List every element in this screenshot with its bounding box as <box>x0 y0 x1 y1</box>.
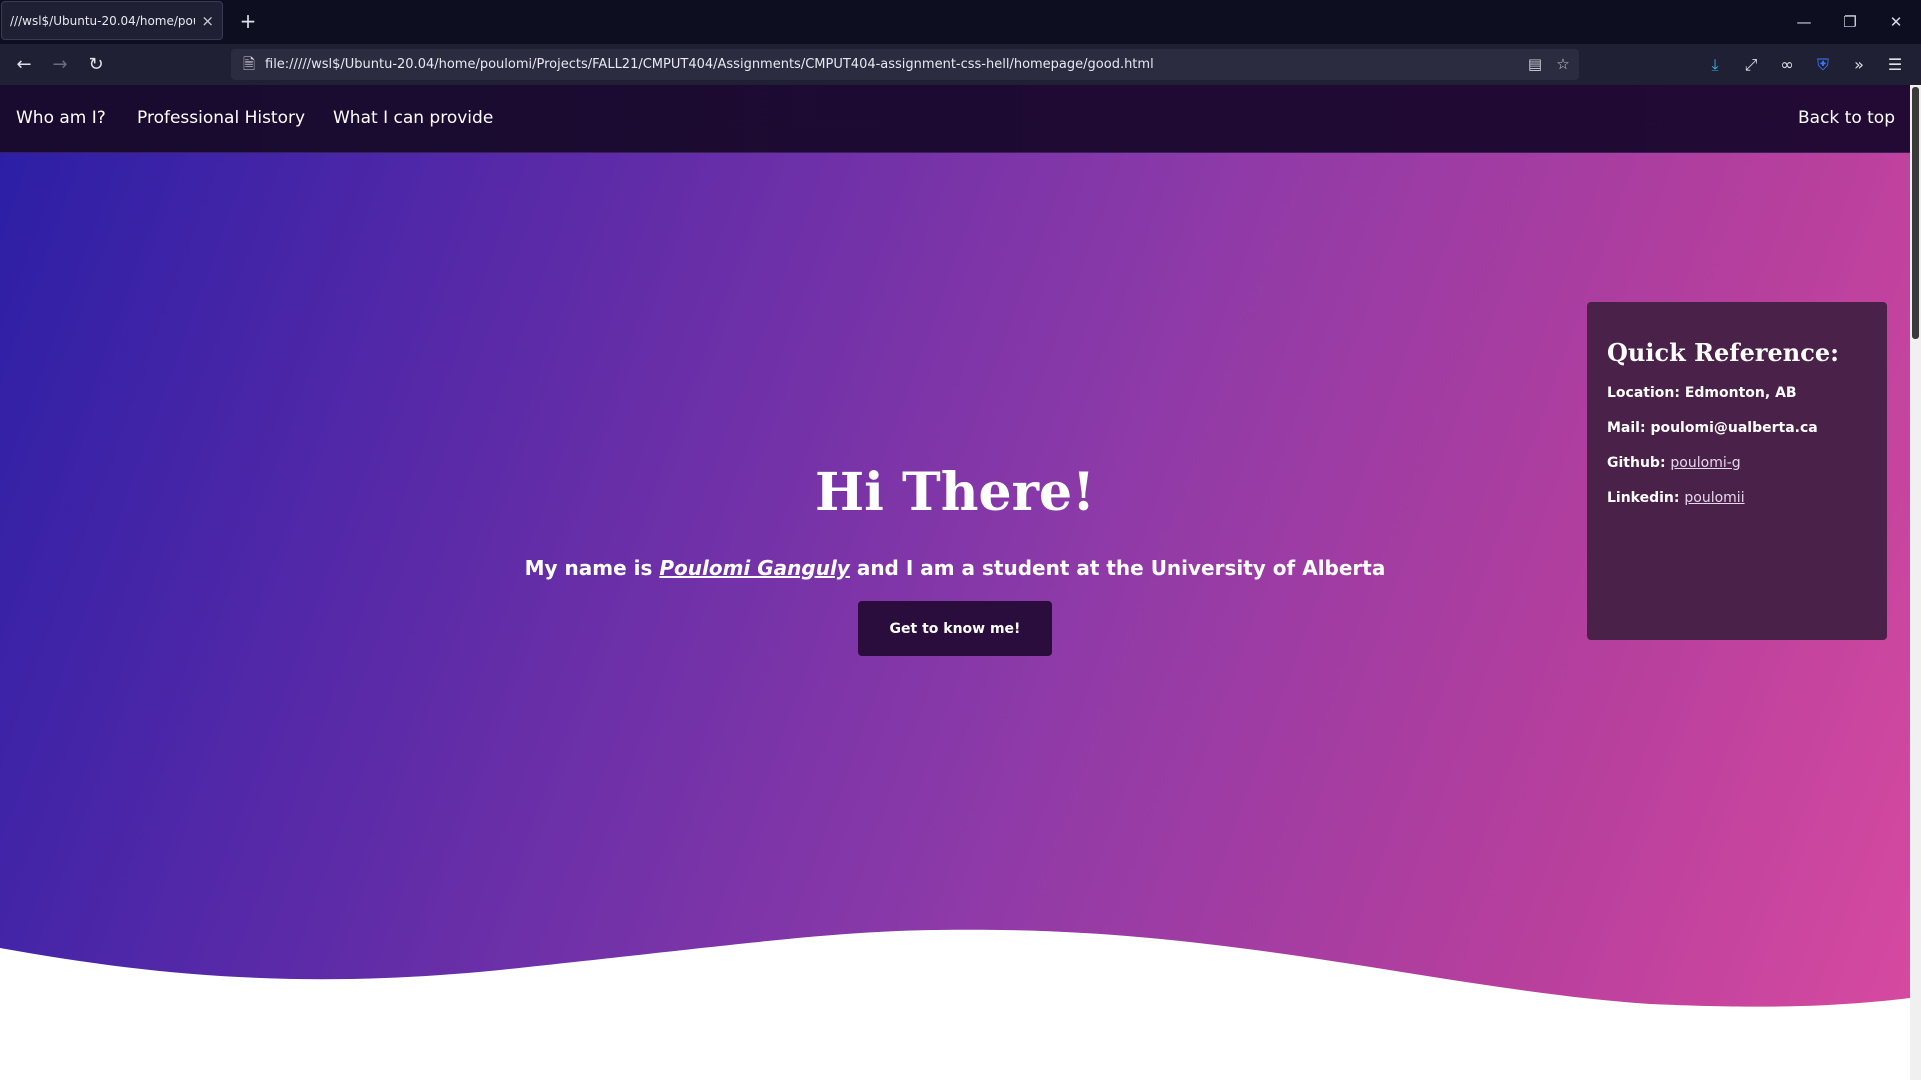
site-nav: Who am I? Professional History What I ca… <box>0 85 1910 153</box>
location-label: Location: <box>1607 385 1685 401</box>
github-link[interactable]: poulomi-g <box>1670 455 1740 471</box>
hero-sub-before: My name is <box>524 556 660 580</box>
restore-icon[interactable]: ❐ <box>1827 8 1873 36</box>
mail-label: Mail: <box>1607 420 1651 436</box>
quick-reference-card: Quick Reference: Location: Edmonton, AB … <box>1587 302 1887 640</box>
mail-value: poulomi@ualberta.ca <box>1650 420 1818 436</box>
nav-link-what-i-can-provide[interactable]: What I can provide <box>333 85 493 152</box>
location-line: Location: Edmonton, AB <box>1607 385 1867 401</box>
github-label: Github: <box>1607 455 1671 471</box>
mask-icon[interactable]: ∞ <box>1774 52 1800 78</box>
new-tab-button[interactable]: + <box>236 9 260 33</box>
close-tab-icon[interactable]: × <box>201 12 214 30</box>
browser-toolbar: ← → ↻ 🗎 file://///wsl$/Ubuntu-20.04/home… <box>0 44 1921 85</box>
browser-tab[interactable]: ///wsl$/Ubuntu-20.04/home/poulo × <box>1 1 223 40</box>
back-icon[interactable]: ← <box>11 52 37 78</box>
reload-icon[interactable]: ↻ <box>83 52 109 78</box>
fullscreen-icon[interactable]: ⤢ <box>1738 52 1764 78</box>
tab-bar: ///wsl$/Ubuntu-20.04/home/poulo × + — ❐ … <box>0 0 1921 44</box>
nav-link-professional-history[interactable]: Professional History <box>137 85 305 152</box>
page-icon: 🗎 <box>242 55 256 73</box>
download-icon[interactable]: ⤓ <box>1702 52 1728 78</box>
shield-icon[interactable]: ⛨ <box>1810 52 1836 78</box>
linkedin-link[interactable]: poulomii <box>1684 490 1744 506</box>
url-text[interactable]: file://///wsl$/Ubuntu-20.04/home/poulomi… <box>265 49 1154 80</box>
reader-view-icon[interactable]: ▤ <box>1524 53 1546 75</box>
minimize-icon[interactable]: — <box>1781 8 1827 36</box>
scrollbar-thumb[interactable] <box>1912 87 1919 339</box>
bookmark-star-icon[interactable]: ☆ <box>1552 53 1574 75</box>
hero-section: Hi There! My name is Poulomi Ganguly and… <box>0 153 1910 1080</box>
linkedin-line: Linkedin: poulomii <box>1607 490 1867 506</box>
close-window-icon[interactable]: ✕ <box>1873 8 1919 36</box>
name-link[interactable]: Poulomi Ganguly <box>659 556 850 580</box>
tab-title: ///wsl$/Ubuntu-20.04/home/poulo <box>10 13 196 28</box>
back-to-top-link[interactable]: Back to top <box>1798 85 1895 152</box>
wave-divider <box>0 929 1910 1080</box>
linkedin-label: Linkedin: <box>1607 490 1685 506</box>
overflow-icon[interactable]: » <box>1846 52 1872 78</box>
hero-sub-after: and I am a student at the University of … <box>849 556 1386 580</box>
page-viewport: Who am I? Professional History What I ca… <box>0 85 1910 1080</box>
address-bar[interactable]: 🗎 file://///wsl$/Ubuntu-20.04/home/poulo… <box>231 49 1579 80</box>
quick-reference-title: Quick Reference: <box>1607 338 1839 367</box>
get-to-know-me-button[interactable]: Get to know me! <box>858 601 1052 656</box>
github-line: Github: poulomi-g <box>1607 455 1867 471</box>
page-scrollbar[interactable] <box>1910 85 1921 1080</box>
location-value: Edmonton, AB <box>1684 385 1797 401</box>
mail-line: Mail: poulomi@ualberta.ca <box>1607 420 1867 436</box>
forward-icon[interactable]: → <box>47 52 73 78</box>
nav-link-who-am-i[interactable]: Who am I? <box>16 85 106 152</box>
menu-icon[interactable]: ☰ <box>1882 52 1908 78</box>
